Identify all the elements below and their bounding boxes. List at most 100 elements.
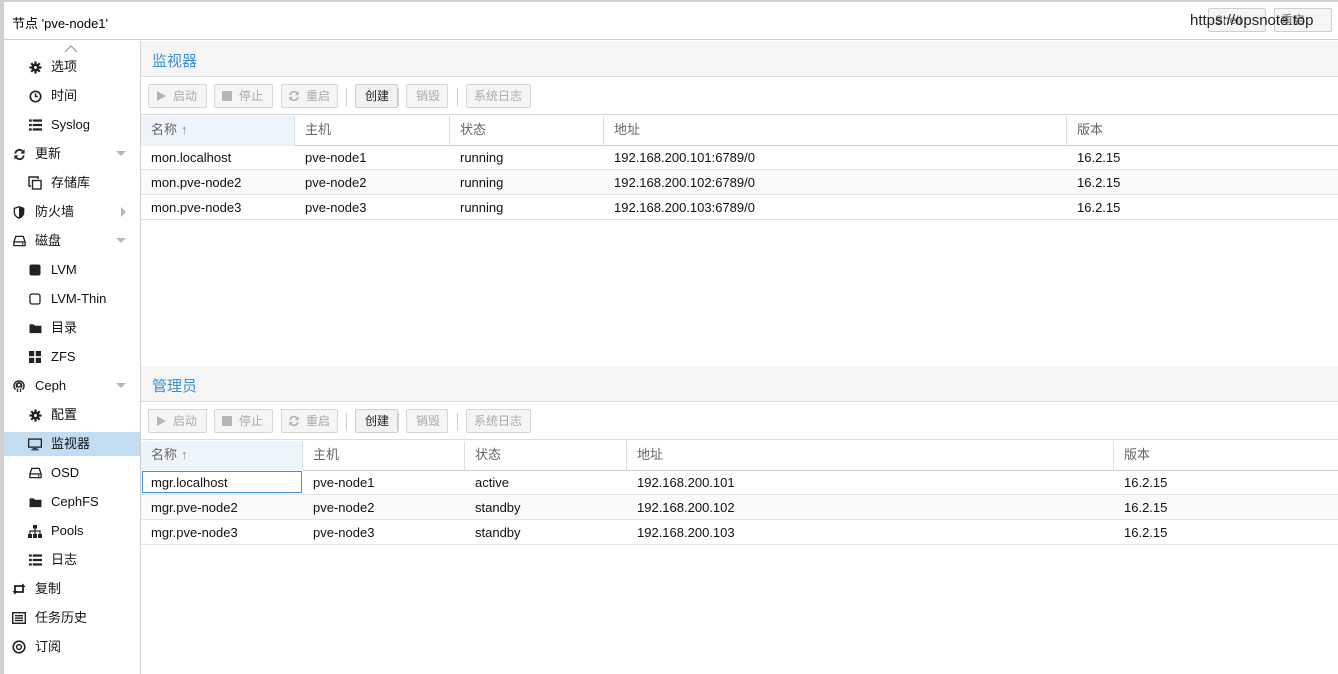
column-label: 名称 <box>151 122 178 137</box>
cell-name: mgr.localhost <box>141 470 303 494</box>
table-row[interactable]: mon.pve-node3 pve-node3 running 192.168.… <box>141 195 1338 220</box>
manager-panel-title: 管理员 <box>152 378 198 395</box>
column-header-version[interactable]: 版本 <box>1067 116 1338 146</box>
list-icon <box>28 553 42 567</box>
table-row[interactable]: mon.pve-node2 pve-node2 running 192.168.… <box>141 170 1338 195</box>
sidebar-item-log[interactable]: 日志 <box>4 548 140 572</box>
sidebar-item-repositories[interactable]: 存储库 <box>4 171 140 195</box>
table-row[interactable]: mon.localhost pve-node1 running 192.168.… <box>141 145 1338 170</box>
cell-version: 16.2.15 <box>1077 175 1121 190</box>
sidebar-item-configuration[interactable]: 配置 <box>4 403 140 427</box>
cell-version: 16.2.15 <box>1124 500 1168 515</box>
sidebar-item-updates[interactable]: 更新 <box>4 142 140 166</box>
cell-address: 192.168.200.101 <box>637 475 735 490</box>
create-label: 创建 <box>365 414 390 428</box>
restart-button[interactable]: 重启 <box>281 409 338 433</box>
sidebar-item-directory[interactable]: 目录 <box>4 316 140 340</box>
cell-name: mgr.pve-node3 <box>151 525 238 540</box>
stop-button[interactable]: 停止 <box>214 84 273 108</box>
sidebar-item-subscription[interactable]: 订阅 <box>4 635 140 659</box>
table-row[interactable]: mgr.pve-node3 pve-node3 standby 192.168.… <box>141 520 1338 545</box>
sidebar-item-replication[interactable]: 复制 <box>4 577 140 601</box>
restart-label: 重启 <box>306 89 331 103</box>
restart-button[interactable]: 重启 <box>281 84 338 108</box>
start-label: 启动 <box>173 414 198 428</box>
sidebar-item-label: 存储库 <box>51 175 91 190</box>
destroy-button[interactable]: 销毁 <box>406 84 448 108</box>
sidebar-item-osd[interactable]: OSD <box>4 461 140 485</box>
sidebar-item-disks[interactable]: 磁盘 <box>4 229 140 253</box>
start-label: 启动 <box>173 89 198 103</box>
chevron-down-icon[interactable] <box>116 383 126 388</box>
cell-name: mon.pve-node2 <box>151 175 242 190</box>
sidebar-item-options[interactable]: 选项 <box>4 55 140 79</box>
destroy-button[interactable]: 销毁 <box>406 409 448 433</box>
column-header-status[interactable]: 状态 <box>450 116 604 146</box>
syslog-button[interactable]: 系统日志 <box>466 84 531 108</box>
stop-icon <box>222 91 232 101</box>
syslog-button[interactable]: 系统日志 <box>466 409 531 433</box>
sidebar-item-label: ZFS <box>51 349 76 364</box>
cell-host: pve-node1 <box>313 475 375 490</box>
column-header-address[interactable]: 地址 <box>627 441 1114 471</box>
sidebar-item-pools[interactable]: Pools <box>4 519 140 543</box>
cell-version: 16.2.15 <box>1124 525 1168 540</box>
stop-button[interactable]: 停止 <box>214 409 273 433</box>
sidebar-item-syslog[interactable]: Syslog <box>4 113 140 137</box>
create-label: 创建 <box>365 89 390 103</box>
create-button[interactable]: 创建 <box>355 409 398 433</box>
column-header-address[interactable]: 地址 <box>604 116 1067 146</box>
sidebar-item-monitor[interactable]: 监视器 <box>4 432 140 456</box>
sidebar-item-lvm[interactable]: LVM <box>4 258 140 282</box>
toolbar-separator <box>457 88 458 106</box>
manager-panel: 管理员 启动 停止 重启 创建 销毁 系统日志 名称 ↑ 主机 状态 地址 版本… <box>141 366 1338 674</box>
chevron-down-icon[interactable] <box>116 151 126 156</box>
sidebar-item-lvm-thin[interactable]: LVM-Thin <box>4 287 140 311</box>
column-label: 名称 <box>151 447 178 462</box>
sidebar-item-time[interactable]: 时间 <box>4 84 140 108</box>
chevron-right-icon[interactable] <box>121 207 126 217</box>
column-header-status[interactable]: 状态 <box>465 441 627 471</box>
table-row[interactable]: mgr.pve-node2 pve-node2 standby 192.168.… <box>141 495 1338 520</box>
monitor-panel-title: 监视器 <box>152 53 198 70</box>
cell-status: running <box>460 150 504 165</box>
toolbar-separator <box>457 413 458 431</box>
play-icon <box>157 91 166 101</box>
table-row[interactable]: mgr.localhost pve-node1 active 192.168.2… <box>141 470 1338 495</box>
sidebar-item-label: 磁盘 <box>35 233 62 248</box>
sidebar-item-ceph[interactable]: Ceph <box>4 374 140 398</box>
sidebar-item-zfs[interactable]: ZFS <box>4 345 140 369</box>
column-header-host[interactable]: 主机 <box>295 116 450 146</box>
column-label: 地址 <box>637 447 664 462</box>
column-label: 版本 <box>1077 122 1104 137</box>
column-header-name[interactable]: 名称 ↑ <box>141 116 295 146</box>
sidebar-item-label: CephFS <box>51 494 99 509</box>
start-button[interactable]: 启动 <box>148 409 207 433</box>
cell-host: pve-node3 <box>313 525 375 540</box>
chevron-down-icon[interactable] <box>116 238 126 243</box>
tasks-icon <box>12 611 26 625</box>
sidebar-item-label: OSD <box>51 465 80 480</box>
sidebar-item-task-history[interactable]: 任务历史 <box>4 606 140 630</box>
cell-host: pve-node3 <box>305 200 367 215</box>
destroy-label: 销毁 <box>416 414 441 428</box>
restart-label: 重启 <box>306 414 331 428</box>
sidebar-item-cephfs[interactable]: CephFS <box>4 490 140 514</box>
cell-address: 192.168.200.103:6789/0 <box>614 200 755 215</box>
column-header-name[interactable]: 名称 ↑ <box>141 441 303 471</box>
column-header-version[interactable]: 版本 <box>1114 441 1338 471</box>
create-button[interactable]: 创建 <box>355 84 398 108</box>
column-label: 地址 <box>614 122 641 137</box>
cell-version: 16.2.15 <box>1077 150 1121 165</box>
manager-grid-header: 名称 ↑ 主机 状态 地址 版本 <box>141 441 1338 471</box>
start-button[interactable]: 启动 <box>148 84 207 108</box>
sidebar-item-label: 日志 <box>51 552 78 567</box>
column-header-host[interactable]: 主机 <box>303 441 465 471</box>
panel-title-bar: 管理员 <box>141 366 1338 402</box>
destroy-label: 销毁 <box>416 89 441 103</box>
folder-icon <box>28 495 42 509</box>
column-label: 状态 <box>460 122 487 137</box>
sidebar-item-firewall[interactable]: 防火墙 <box>4 200 140 224</box>
sidebar-item-label: 订阅 <box>35 639 62 654</box>
scroll-up-icon[interactable] <box>64 43 78 53</box>
